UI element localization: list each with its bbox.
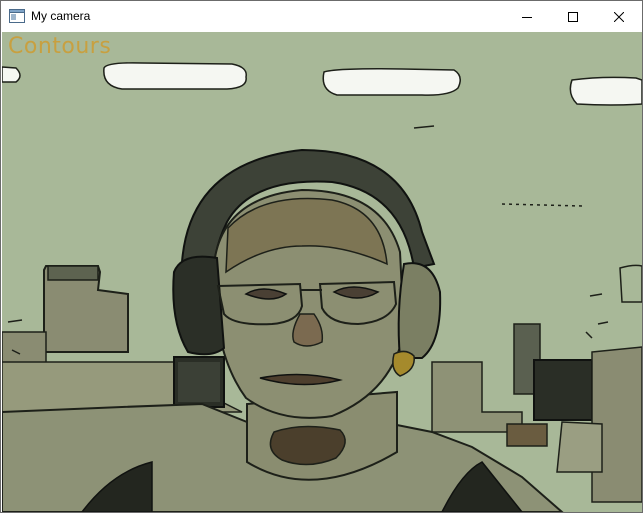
maximize-button[interactable]	[550, 1, 596, 32]
camera-window: My camera Contours	[0, 0, 643, 513]
window-title: My camera	[31, 9, 91, 23]
camera-view: Contours	[2, 32, 642, 512]
contours-overlay-label: Contours	[8, 34, 112, 59]
minimize-icon	[522, 12, 532, 22]
minimize-button[interactable]	[504, 1, 550, 32]
maximize-icon	[568, 11, 578, 22]
close-icon	[614, 11, 624, 22]
close-button[interactable]	[596, 1, 642, 32]
contour-frame-image	[2, 32, 642, 512]
title-bar[interactable]: My camera	[1, 1, 642, 32]
app-window-icon	[9, 9, 25, 23]
